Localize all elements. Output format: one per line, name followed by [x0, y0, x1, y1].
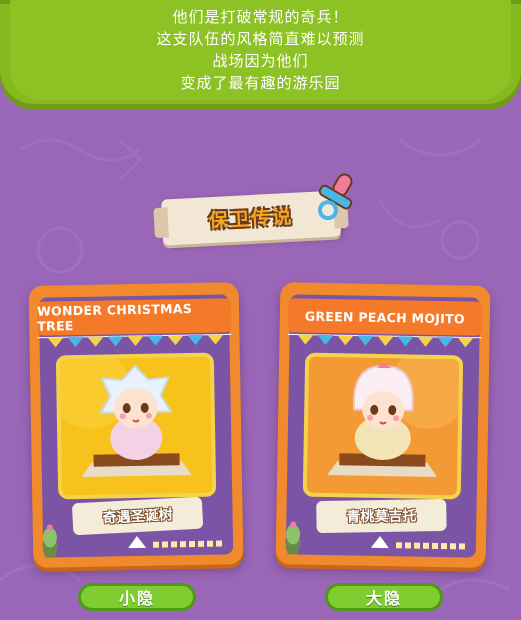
product-photo	[302, 352, 464, 500]
triangle-icon	[370, 535, 390, 549]
product-name: 青桃莫吉托	[346, 508, 417, 526]
product-card-wonder-christmas-tree[interactable]: WONDER CHRISTMAS TREE 奇遇圣诞树	[28, 282, 244, 568]
card-title: GREEN PEACH MOJITO	[304, 308, 466, 326]
tab-small-hidden[interactable]: 小隐	[78, 583, 196, 611]
intro-line: 他们是打破常规的奇兵！	[172, 8, 349, 26]
stripe-decoration	[395, 542, 466, 550]
intro-line: 变成了最有趣的游乐园	[180, 74, 341, 92]
product-card-green-peach-mojito[interactable]: GREEN PEACH MOJITO 青桃莫吉托	[275, 282, 491, 568]
card-title: WONDER CHRISTMAS TREE	[36, 301, 193, 334]
intro-text: 他们是打破常规的奇兵！ 这支队伍的风格简直难以预测 战场因为他们 变成了最有趣的…	[0, 6, 521, 94]
pacifier-icon	[318, 173, 353, 221]
card-title-bar: WONDER CHRISTMAS TREE	[36, 298, 232, 336]
cactus-icon	[42, 524, 59, 558]
intro-line: 战场因为他们	[212, 52, 309, 70]
tab-label: 小隐	[118, 589, 155, 608]
intro-banner: 他们是打破常规的奇兵！ 这支队伍的风格简直难以预测 战场因为他们 变成了最有趣的…	[0, 0, 521, 110]
product-name-plate: 青桃莫吉托	[318, 503, 444, 529]
product-name: 奇遇圣诞树	[102, 507, 174, 527]
tab-big-hidden[interactable]: 大隐	[325, 583, 443, 611]
intro-line: 这支队伍的风格简直难以预测	[156, 30, 365, 48]
tab-label: 大隐	[365, 589, 402, 608]
figure-christmas-tree-doll	[59, 356, 192, 477]
stripe-decoration	[153, 540, 224, 548]
card-title-bar: GREEN PEACH MOJITO	[287, 298, 483, 336]
product-photo	[55, 352, 217, 500]
figure-peach-mojito-doll	[327, 356, 460, 477]
cactus-icon	[284, 521, 301, 555]
triangle-icon	[127, 535, 147, 549]
